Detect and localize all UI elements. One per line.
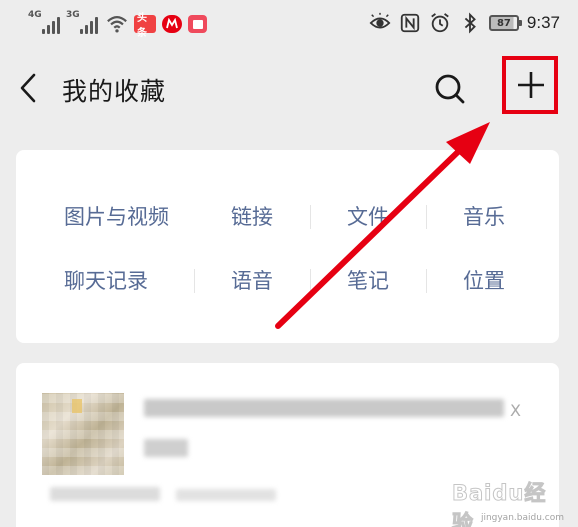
favorite-title-fragment: X [510,401,521,420]
battery-icon: 87 [488,15,522,31]
category-music[interactable]: 音乐 [426,198,542,234]
battery-level: 87 [496,17,511,29]
category-chat-history[interactable]: 聊天记录 [16,262,194,298]
network-type-1: 4G [28,10,42,20]
chevron-left-icon [20,73,36,103]
status-left: 4G 3G 头条 [28,10,207,39]
category-images-videos[interactable]: 图片与视频 [16,198,194,234]
category-card: 图片与视频 链接 文件 音乐 聊天记录 语音 笔记 位置 [16,150,559,343]
favorite-thumbnail [42,393,124,475]
alarm-clock-icon [431,13,449,33]
category-links[interactable]: 链接 [194,198,310,234]
category-notes[interactable]: 笔记 [310,262,426,298]
back-button[interactable] [14,70,44,106]
category-location[interactable]: 位置 [426,262,542,298]
eye-comfort-icon [369,12,391,29]
favorite-title-line2-blurred [144,439,188,457]
add-button[interactable] [502,56,558,114]
watermark-url: jingyan.baidu.com [480,513,564,523]
toutiao-app-icon: 头条 [134,13,156,39]
red-app-icon [188,15,207,33]
favorite-date-blurred [176,489,276,501]
cellular-signal-2: 3G [66,10,98,34]
favorite-title-blurred [144,399,504,417]
plus-icon [518,72,544,98]
bluetooth-icon [464,12,476,34]
bank-app-icon [162,15,182,33]
category-voice[interactable]: 语音 [194,262,310,298]
status-right: 87 9:37 [369,10,560,36]
page-title: 我的收藏 [62,77,167,106]
status-time: 9:37 [526,13,560,32]
cellular-signal-1: 4G [28,10,60,34]
favorite-source-blurred [50,487,160,501]
search-icon [435,74,465,104]
network-type-2: 3G [66,10,80,20]
baidu-watermark: Baidu经验 jingyan.baidu.com [452,469,572,527]
status-bar: 4G 3G 头条 87 9:37 [0,0,578,48]
nfc-icon [400,13,420,33]
nav-bar: 我的收藏 [0,48,578,126]
wifi-icon [107,16,127,33]
category-row-2: 聊天记录 语音 笔记 位置 [16,262,559,298]
search-button[interactable] [430,70,470,108]
category-files[interactable]: 文件 [310,198,426,234]
category-row-1: 图片与视频 链接 文件 音乐 [16,198,559,234]
